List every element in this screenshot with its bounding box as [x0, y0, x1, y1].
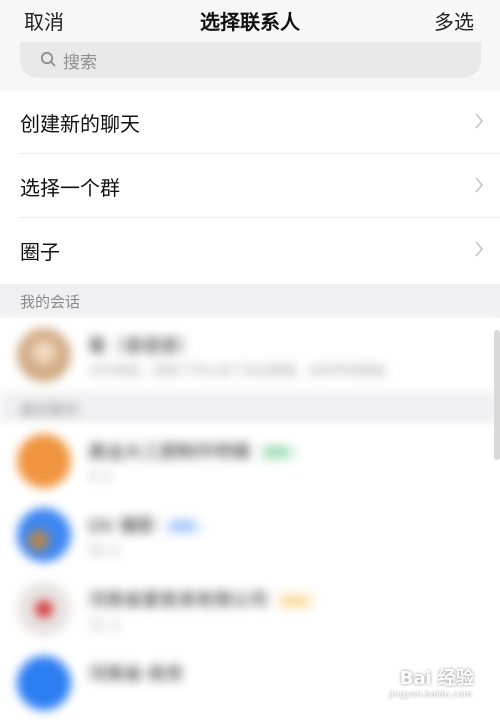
menu-item-label: 创建新的聊天 — [20, 112, 140, 136]
list-item[interactable]: OV 摄影 群聊 10 人 — [0, 498, 500, 572]
section-header-my-chats: 我的会话 — [0, 284, 500, 318]
avatar — [17, 328, 71, 382]
contact-name: 奥运大三厨制作特辑 群聊 — [88, 438, 296, 464]
avatar — [17, 434, 71, 488]
scrollbar[interactable] — [494, 330, 500, 460]
search-placeholder: 搜索 — [63, 53, 97, 73]
group-badge: 群聊 — [163, 519, 202, 535]
section-header-recent: 最近聊天 — [0, 392, 500, 426]
menu-item-label: 圈子 — [20, 240, 60, 264]
avatar — [17, 656, 71, 710]
section-label: 最近聊天 — [20, 401, 81, 419]
contact-subtitle: 11 人 — [88, 618, 122, 633]
page-title: 选择联系人 — [200, 10, 300, 34]
top-bar: 取消 选择联系人 多选 — [0, 0, 500, 42]
cancel-button[interactable]: 取消 — [24, 6, 64, 35]
contact-name: 河南省宴家具有限公司 企业 — [88, 586, 314, 612]
menu-item-new-chat[interactable]: 创建新的聊天 — [0, 90, 500, 154]
list-item[interactable]: 河南省宴家具有限公司 企业 11 人 — [0, 572, 500, 646]
avatar — [17, 582, 71, 636]
chevron-right-icon — [475, 113, 484, 129]
contact-name: 菊（语语音） — [88, 336, 196, 357]
contact-subtitle: 3 人 — [88, 470, 114, 485]
chevron-right-icon — [475, 241, 484, 257]
enterprise-badge: 企业 — [276, 593, 314, 609]
avatar — [17, 508, 71, 562]
search-area: 搜索 — [0, 42, 500, 92]
chat-list: 菊（语语音） 大约有些，回来了可以没了在在那里，在好早来朋友 — [0, 318, 500, 392]
contact-subtitle: 大约有些，回来了可以没了在在那里，在好早来朋友 — [88, 364, 388, 379]
menu-item-label: 选择一个群 — [20, 176, 120, 200]
menu-item-select-group[interactable]: 选择一个群 — [0, 154, 500, 218]
contact-subtitle: 10 人 — [88, 544, 122, 559]
list-item[interactable]: 菊（语语音） 大约有些，回来了可以没了在在那里，在好早来朋友 — [0, 318, 500, 392]
search-input[interactable]: 搜索 — [20, 42, 481, 78]
search-icon — [40, 51, 56, 67]
multi-select-button[interactable]: 多选 — [434, 6, 474, 35]
action-menu: 创建新的聊天 选择一个群 圈子 — [0, 90, 500, 282]
group-badge: 群聊 — [258, 445, 296, 461]
watermark: Bai 经验 — [399, 668, 474, 689]
contact-name: 河南省·商务 — [88, 664, 184, 685]
contact-name: OV 摄影 群聊 — [88, 512, 202, 538]
watermark-url: jingyan.baidu.com — [388, 690, 472, 700]
section-label: 我的会话 — [20, 293, 81, 311]
list-item[interactable]: 奥运大三厨制作特辑 群聊 3 人 — [0, 424, 500, 498]
menu-item-circle[interactable]: 圈子 — [0, 218, 500, 282]
chevron-right-icon — [475, 177, 484, 193]
